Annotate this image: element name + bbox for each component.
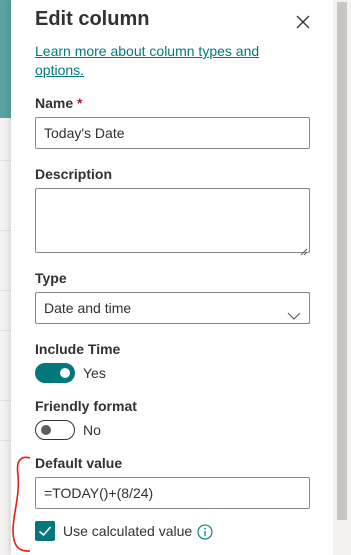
background-page <box>0 0 11 555</box>
name-label: Name * <box>35 95 82 111</box>
required-mark: * <box>77 95 83 111</box>
checkmark-icon <box>38 526 52 537</box>
panel-scrollbar[interactable] <box>333 0 351 555</box>
include-time-label: Include Time <box>35 341 121 357</box>
default-value-field[interactable]: =TODAY()+(8/24) <box>35 477 310 509</box>
background-banner <box>0 0 11 118</box>
default-value-label: Default value <box>35 455 123 471</box>
description-field[interactable] <box>35 188 310 256</box>
background-divider <box>0 330 11 331</box>
background-divider <box>0 440 11 441</box>
scrollbar-thumb[interactable] <box>337 2 347 520</box>
use-calculated-label: Use calculated value <box>63 523 193 539</box>
background-divider <box>0 230 11 231</box>
edit-column-panel: Edit column Learn more about column type… <box>11 0 333 555</box>
friendly-format-state: No <box>83 422 101 438</box>
chevron-down-icon <box>287 302 301 320</box>
include-time-state: Yes <box>83 365 106 381</box>
background-divider <box>0 290 11 291</box>
toggle-knob <box>41 425 51 435</box>
close-icon[interactable] <box>293 12 313 32</box>
description-label: Description <box>35 166 113 182</box>
info-icon[interactable] <box>197 524 213 540</box>
learn-more-link[interactable]: Learn more about column types and option… <box>35 42 285 80</box>
friendly-format-label: Friendly format <box>35 398 137 414</box>
name-label-text: Name <box>35 95 74 111</box>
panel-title: Edit column <box>35 8 150 30</box>
use-calculated-checkbox[interactable] <box>35 521 55 541</box>
friendly-format-toggle[interactable] <box>35 420 75 440</box>
background-divider <box>0 400 11 401</box>
toggle-knob <box>60 368 70 378</box>
type-dropdown[interactable]: Date and time <box>35 292 310 324</box>
include-time-toggle[interactable] <box>35 363 75 383</box>
background-divider <box>0 160 11 161</box>
type-dropdown-value: Date and time <box>44 300 132 316</box>
type-label: Type <box>35 270 67 286</box>
name-field[interactable]: Today's Date <box>35 117 310 149</box>
resize-grip-icon[interactable] <box>300 243 308 256</box>
